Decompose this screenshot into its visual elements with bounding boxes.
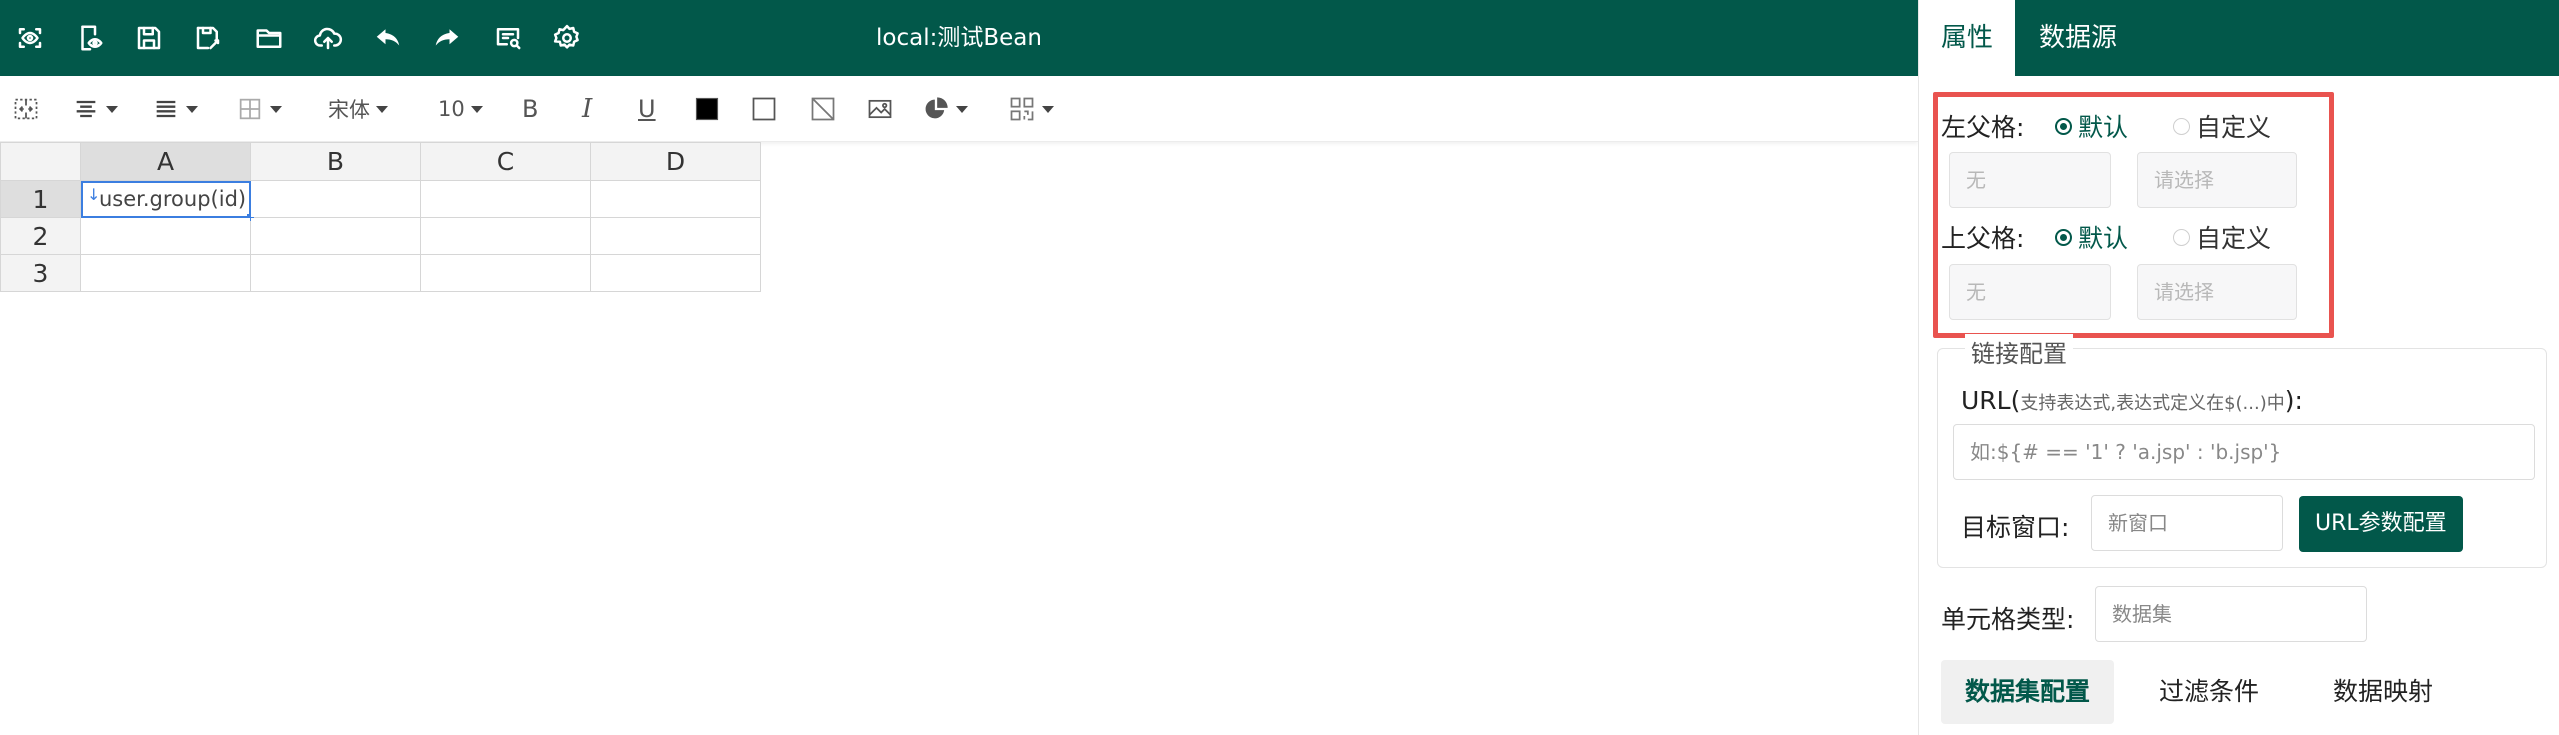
- left-parent-default-radio[interactable]: 默认: [2055, 108, 2128, 144]
- background-color-icon[interactable]: [750, 92, 778, 126]
- top-parent-value-field[interactable]: 无: [1949, 264, 2111, 320]
- left-parent-custom-radio[interactable]: 自定义: [2173, 108, 2271, 144]
- cell-b1[interactable]: [250, 180, 421, 218]
- italic-button[interactable]: I: [582, 92, 592, 126]
- left-parent-default-label: 默认: [2078, 113, 2129, 142]
- row-header-3[interactable]: 3: [0, 254, 81, 292]
- cell-b3[interactable]: [250, 254, 421, 292]
- target-window-label: 目标窗口:: [1961, 513, 2070, 542]
- save-as-icon[interactable]: [190, 20, 226, 56]
- column-header-a[interactable]: A: [80, 142, 251, 181]
- underline-button[interactable]: U: [638, 92, 656, 126]
- font-size-value: 10: [438, 97, 465, 121]
- horizontal-align-dropdown[interactable]: [72, 92, 118, 126]
- top-bar: local:测试Bean: [0, 0, 1918, 76]
- preview-icon[interactable]: [12, 20, 48, 56]
- bold-button[interactable]: B: [522, 92, 538, 126]
- undo-icon[interactable]: [370, 20, 406, 56]
- border-dropdown[interactable]: [236, 92, 282, 126]
- merge-cells-icon[interactable]: [12, 92, 40, 126]
- target-window-input[interactable]: 新窗口: [2091, 495, 2283, 551]
- cell-a1-text: user.group(id): [99, 187, 247, 211]
- column-header-b[interactable]: B: [250, 142, 421, 181]
- underline-icon: U: [638, 95, 656, 123]
- grid-corner[interactable]: [0, 142, 81, 181]
- expand-down-icon: ↓: [87, 185, 101, 204]
- cell-type-select[interactable]: 数据集: [2095, 586, 2367, 642]
- column-header-d[interactable]: D: [590, 142, 761, 181]
- left-parent-select[interactable]: 请选择: [2137, 152, 2297, 208]
- tab-properties[interactable]: 属性: [1919, 0, 2016, 76]
- image-icon[interactable]: [866, 92, 894, 126]
- left-parent-label: 左父格:: [1941, 113, 2025, 142]
- top-parent-default-label: 默认: [2078, 224, 2129, 253]
- cell-c1[interactable]: [420, 180, 591, 218]
- radio-dot: [2173, 228, 2190, 246]
- vertical-align-dropdown[interactable]: [152, 92, 198, 126]
- spreadsheet-grid: A B C D 1 ↓ user.group(id) 2 3: [0, 142, 761, 292]
- url-label-end: ):: [2284, 386, 2303, 415]
- save-icon[interactable]: [131, 20, 167, 56]
- cell-a1[interactable]: ↓ user.group(id): [80, 180, 254, 221]
- cell-type-label: 单元格类型:: [1941, 605, 2075, 634]
- panel-scrollbar[interactable]: [2547, 0, 2559, 76]
- column-header-c[interactable]: C: [420, 142, 591, 181]
- url-label: URL(支持表达式,表达式定义在$(...)中):: [1961, 386, 2303, 415]
- italic-icon: I: [582, 94, 593, 124]
- cell-c2[interactable]: [420, 217, 591, 255]
- left-parent-value-field[interactable]: 无: [1949, 152, 2111, 208]
- top-parent-default-radio[interactable]: 默认: [2055, 219, 2128, 255]
- chart-dropdown[interactable]: [922, 92, 968, 126]
- upload-icon[interactable]: [310, 20, 346, 56]
- font-size-dropdown[interactable]: 10: [438, 92, 483, 126]
- url-label-start: URL(: [1961, 386, 2021, 415]
- bold-icon: B: [522, 95, 539, 123]
- cell-b2[interactable]: [250, 217, 421, 255]
- cell-d3[interactable]: [590, 254, 761, 292]
- row-header-1[interactable]: 1: [0, 180, 81, 218]
- document-title: local:测试Bean: [876, 25, 1042, 51]
- tab-dataset-config[interactable]: 数据集配置: [1941, 660, 2115, 724]
- radio-dot: [2055, 117, 2072, 135]
- url-input[interactable]: 如:${# == '1' ? 'a.jsp' : 'b.jsp'}: [1953, 424, 2535, 480]
- top-parent-label: 上父格:: [1941, 224, 2025, 253]
- tab-data-mapping[interactable]: 数据映射: [2309, 660, 2457, 724]
- format-toolbar: 宋体 10 B I U: [0, 76, 1918, 142]
- cell-d2[interactable]: [590, 217, 761, 255]
- cell-d1[interactable]: [590, 180, 761, 218]
- settings-icon[interactable]: [549, 20, 585, 56]
- url-param-config-button[interactable]: URL参数配置: [2299, 496, 2463, 552]
- font-color-icon[interactable]: [693, 92, 721, 126]
- radio-dot: [2173, 117, 2190, 135]
- tab-datasource[interactable]: 数据源: [2017, 0, 2139, 76]
- cell-a2[interactable]: [80, 217, 251, 255]
- clear-format-icon[interactable]: [809, 92, 837, 126]
- open-folder-icon[interactable]: [251, 20, 287, 56]
- property-panel: 属性 数据源 左父格: 默认 自定义 无 请选择 上父格: 默认 自定义 无 请…: [1918, 0, 2559, 735]
- top-parent-custom-label: 自定义: [2196, 224, 2272, 253]
- panel-tab-bar: 属性 数据源: [1919, 0, 2559, 76]
- redo-icon[interactable]: [429, 20, 465, 56]
- cell-a3[interactable]: [80, 254, 251, 292]
- top-parent-custom-radio[interactable]: 自定义: [2173, 219, 2271, 255]
- link-config-legend: 链接配置: [1965, 334, 2073, 369]
- cell-c3[interactable]: [420, 254, 591, 292]
- left-parent-custom-label: 自定义: [2196, 113, 2272, 142]
- radio-dot: [2055, 228, 2072, 246]
- font-family-dropdown[interactable]: 宋体: [328, 92, 388, 126]
- mobile-preview-icon[interactable]: [72, 20, 108, 56]
- tab-filter-conditions[interactable]: 过滤条件: [2135, 660, 2283, 724]
- print-preview-icon[interactable]: [490, 20, 526, 56]
- qrcode-dropdown[interactable]: [1008, 92, 1054, 126]
- url-label-hint: 支持表达式,表达式定义在$(...)中: [2020, 393, 2285, 414]
- top-parent-select[interactable]: 请选择: [2137, 264, 2297, 320]
- font-family-value: 宋体: [328, 98, 370, 122]
- row-header-2[interactable]: 2: [0, 217, 81, 255]
